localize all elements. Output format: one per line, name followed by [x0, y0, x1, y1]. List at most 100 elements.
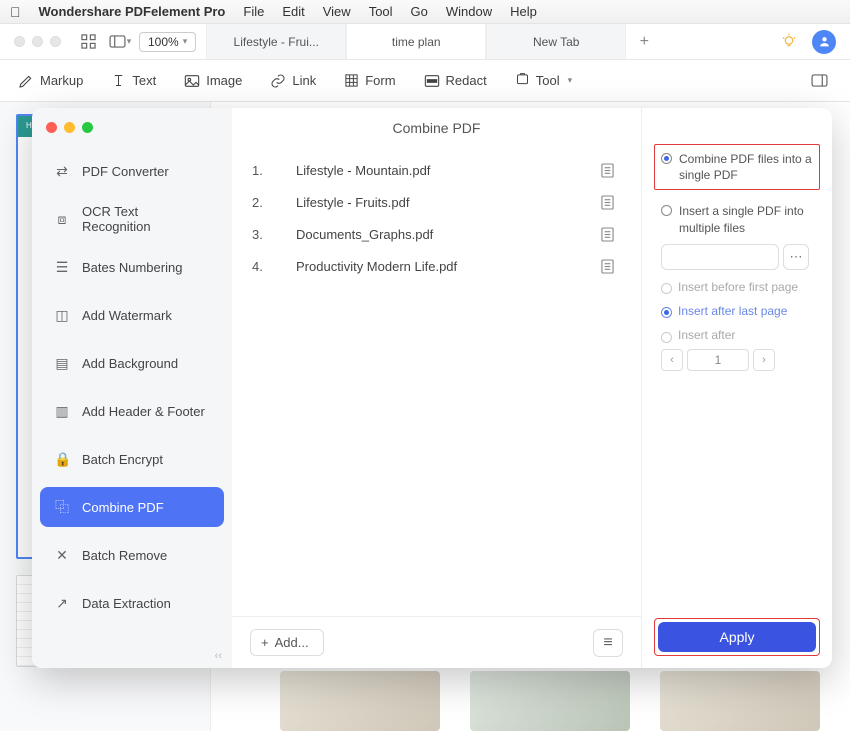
ribbon-redact[interactable]: Redact — [424, 73, 487, 88]
add-file-button[interactable]: +Add... — [250, 629, 324, 656]
dialog-close-icon[interactable] — [46, 122, 57, 133]
radio-icon — [661, 153, 672, 164]
page-number-stepper[interactable]: ‹ 1 › — [661, 349, 813, 371]
option-combine-group: Combine PDF files into a single PDF — [654, 144, 820, 190]
sidebar-toggle-icon[interactable]: ▾ — [107, 30, 133, 54]
menu-help[interactable]: Help — [510, 4, 537, 19]
bg-img-3 — [660, 671, 820, 731]
dialog-zoom-icon[interactable] — [82, 122, 93, 133]
file-row[interactable]: 3. Documents_Graphs.pdf — [252, 218, 621, 250]
link-icon — [270, 73, 286, 89]
markup-icon — [18, 73, 34, 89]
bg-img-2 — [470, 671, 630, 731]
sidebar-item-background[interactable]: ▤Add Background — [40, 343, 224, 383]
tab-lifestyle-fruits[interactable]: Lifestyle - Frui... — [206, 24, 346, 59]
apply-button[interactable]: Apply — [658, 622, 816, 652]
thumbnails-grid-icon[interactable] — [75, 30, 101, 54]
window-close-icon[interactable] — [14, 36, 25, 47]
ribbon-link[interactable]: Link — [270, 73, 316, 89]
text-icon — [111, 73, 126, 88]
file-row[interactable]: 4. Productivity Modern Life.pdf — [252, 250, 621, 282]
document-tabs: Lifestyle - Frui... time plan New Tab + — [206, 24, 766, 59]
sidebar-item-header-footer[interactable]: ▥Add Header & Footer — [40, 391, 224, 431]
tips-bulb-icon[interactable] — [780, 33, 798, 51]
app-toolbar: ▾ 100% ▾ Lifestyle - Frui... time plan N… — [0, 24, 850, 60]
dialog-traffic-lights[interactable] — [32, 118, 232, 147]
lock-icon: 🔒 — [54, 451, 70, 468]
browse-file-button[interactable]: ⋯ — [783, 244, 809, 270]
app-name[interactable]: Wondershare PDFelement Pro — [39, 4, 226, 19]
plus-icon: + — [261, 635, 269, 650]
menu-edit[interactable]: Edit — [282, 4, 304, 19]
sidebar-item-data-extraction[interactable]: ↗Data Extraction — [40, 583, 224, 623]
zoom-select[interactable]: 100% ▾ — [139, 32, 196, 52]
option-insert-single-pdf[interactable]: Insert a single PDF into multiple files — [661, 203, 813, 235]
dialog-center-footer: +Add... ≡ — [232, 616, 641, 668]
add-tab-button[interactable]: + — [626, 24, 662, 59]
radio-icon — [661, 205, 672, 216]
background-icon: ▤ — [54, 355, 70, 372]
stepper-prev-button[interactable]: ‹ — [661, 349, 683, 371]
stepper-value[interactable]: 1 — [687, 349, 749, 371]
window-zoom-icon[interactable] — [50, 36, 61, 47]
bates-icon: ☰ — [54, 259, 70, 276]
option-insert-after-page[interactable]: Insert after — [661, 328, 813, 342]
tab-new-tab[interactable]: New Tab — [486, 24, 626, 59]
list-options-button[interactable]: ≡ — [593, 629, 623, 657]
ribbon-markup[interactable]: Markup — [18, 73, 83, 89]
watermark-icon: ◫ — [54, 307, 70, 324]
window-traffic-lights[interactable] — [6, 36, 69, 47]
headerfooter-icon: ▥ — [54, 403, 70, 420]
ocr-icon: ⧈ — [54, 211, 70, 228]
extract-icon: ↗ — [54, 595, 70, 612]
tab-time-plan[interactable]: time plan — [346, 24, 486, 59]
menu-go[interactable]: Go — [411, 4, 428, 19]
file-row[interactable]: 2. Lifestyle - Fruits.pdf — [252, 186, 621, 218]
option-insert-group: Insert a single PDF into multiple files … — [654, 196, 820, 377]
menu-view[interactable]: View — [323, 4, 351, 19]
page-range-icon[interactable] — [601, 163, 621, 178]
menu-tool[interactable]: Tool — [369, 4, 393, 19]
sidebar-item-combine-pdf[interactable]: ⿻Combine PDF — [40, 487, 224, 527]
option-insert-before[interactable]: Insert before first page — [661, 280, 813, 294]
insert-source-input[interactable] — [661, 244, 779, 270]
dialog-options-panel: Combine PDF files into a single PDF Inse… — [642, 108, 832, 668]
sidebar-item-bates[interactable]: ☰Bates Numbering — [40, 247, 224, 287]
ribbon-form[interactable]: Form — [344, 73, 395, 88]
background-images — [0, 671, 850, 731]
radio-icon — [661, 307, 672, 318]
dialog-minimize-icon[interactable] — [64, 122, 75, 133]
menu-window[interactable]: Window — [446, 4, 492, 19]
sidebar-item-batch-encrypt[interactable]: 🔒Batch Encrypt — [40, 439, 224, 479]
page-range-icon[interactable] — [601, 259, 621, 274]
ribbon-image[interactable]: Image — [184, 73, 242, 88]
sidebar-item-batch-remove[interactable]: ✕Batch Remove — [40, 535, 224, 575]
page-range-icon[interactable] — [601, 195, 621, 210]
tool-icon — [515, 73, 530, 88]
dialog-sidebar: ⇄PDF Converter ⧈OCR Text Recognition ☰Ba… — [32, 108, 232, 668]
stepper-next-button[interactable]: › — [753, 349, 775, 371]
apply-highlight: Apply — [654, 618, 820, 656]
panel-toggle-icon[interactable] — [806, 69, 832, 93]
ribbon-text[interactable]: Text — [111, 73, 156, 88]
sidebar-item-watermark[interactable]: ◫Add Watermark — [40, 295, 224, 335]
file-list: 1. Lifestyle - Mountain.pdf 2. Lifestyle… — [232, 148, 641, 616]
dialog-title: Combine PDF — [232, 108, 641, 148]
remove-icon: ✕ — [54, 547, 70, 564]
sidebar-item-ocr[interactable]: ⧈OCR Text Recognition — [40, 199, 224, 239]
mac-menubar:  Wondershare PDFelement Pro File Edit V… — [0, 0, 850, 24]
image-icon — [184, 74, 200, 88]
sidebar-item-pdf-converter[interactable]: ⇄PDF Converter — [40, 151, 224, 191]
option-combine-single-pdf[interactable]: Combine PDF files into a single PDF — [661, 151, 813, 183]
window-minimize-icon[interactable] — [32, 36, 43, 47]
apple-menu-icon[interactable]:  — [10, 4, 21, 20]
page-range-icon[interactable] — [601, 227, 621, 242]
combine-pdf-dialog: ⇄PDF Converter ⧈OCR Text Recognition ☰Ba… — [32, 108, 832, 668]
collapse-sidebar-icon[interactable]: ‹‹ — [215, 650, 222, 662]
option-insert-after-last[interactable]: Insert after last page — [661, 304, 813, 318]
ribbon-tool[interactable]: Tool▾ — [515, 73, 572, 88]
file-row[interactable]: 1. Lifestyle - Mountain.pdf — [252, 154, 621, 186]
user-avatar[interactable] — [812, 30, 836, 54]
combine-icon: ⿻ — [54, 497, 70, 517]
menu-file[interactable]: File — [243, 4, 264, 19]
